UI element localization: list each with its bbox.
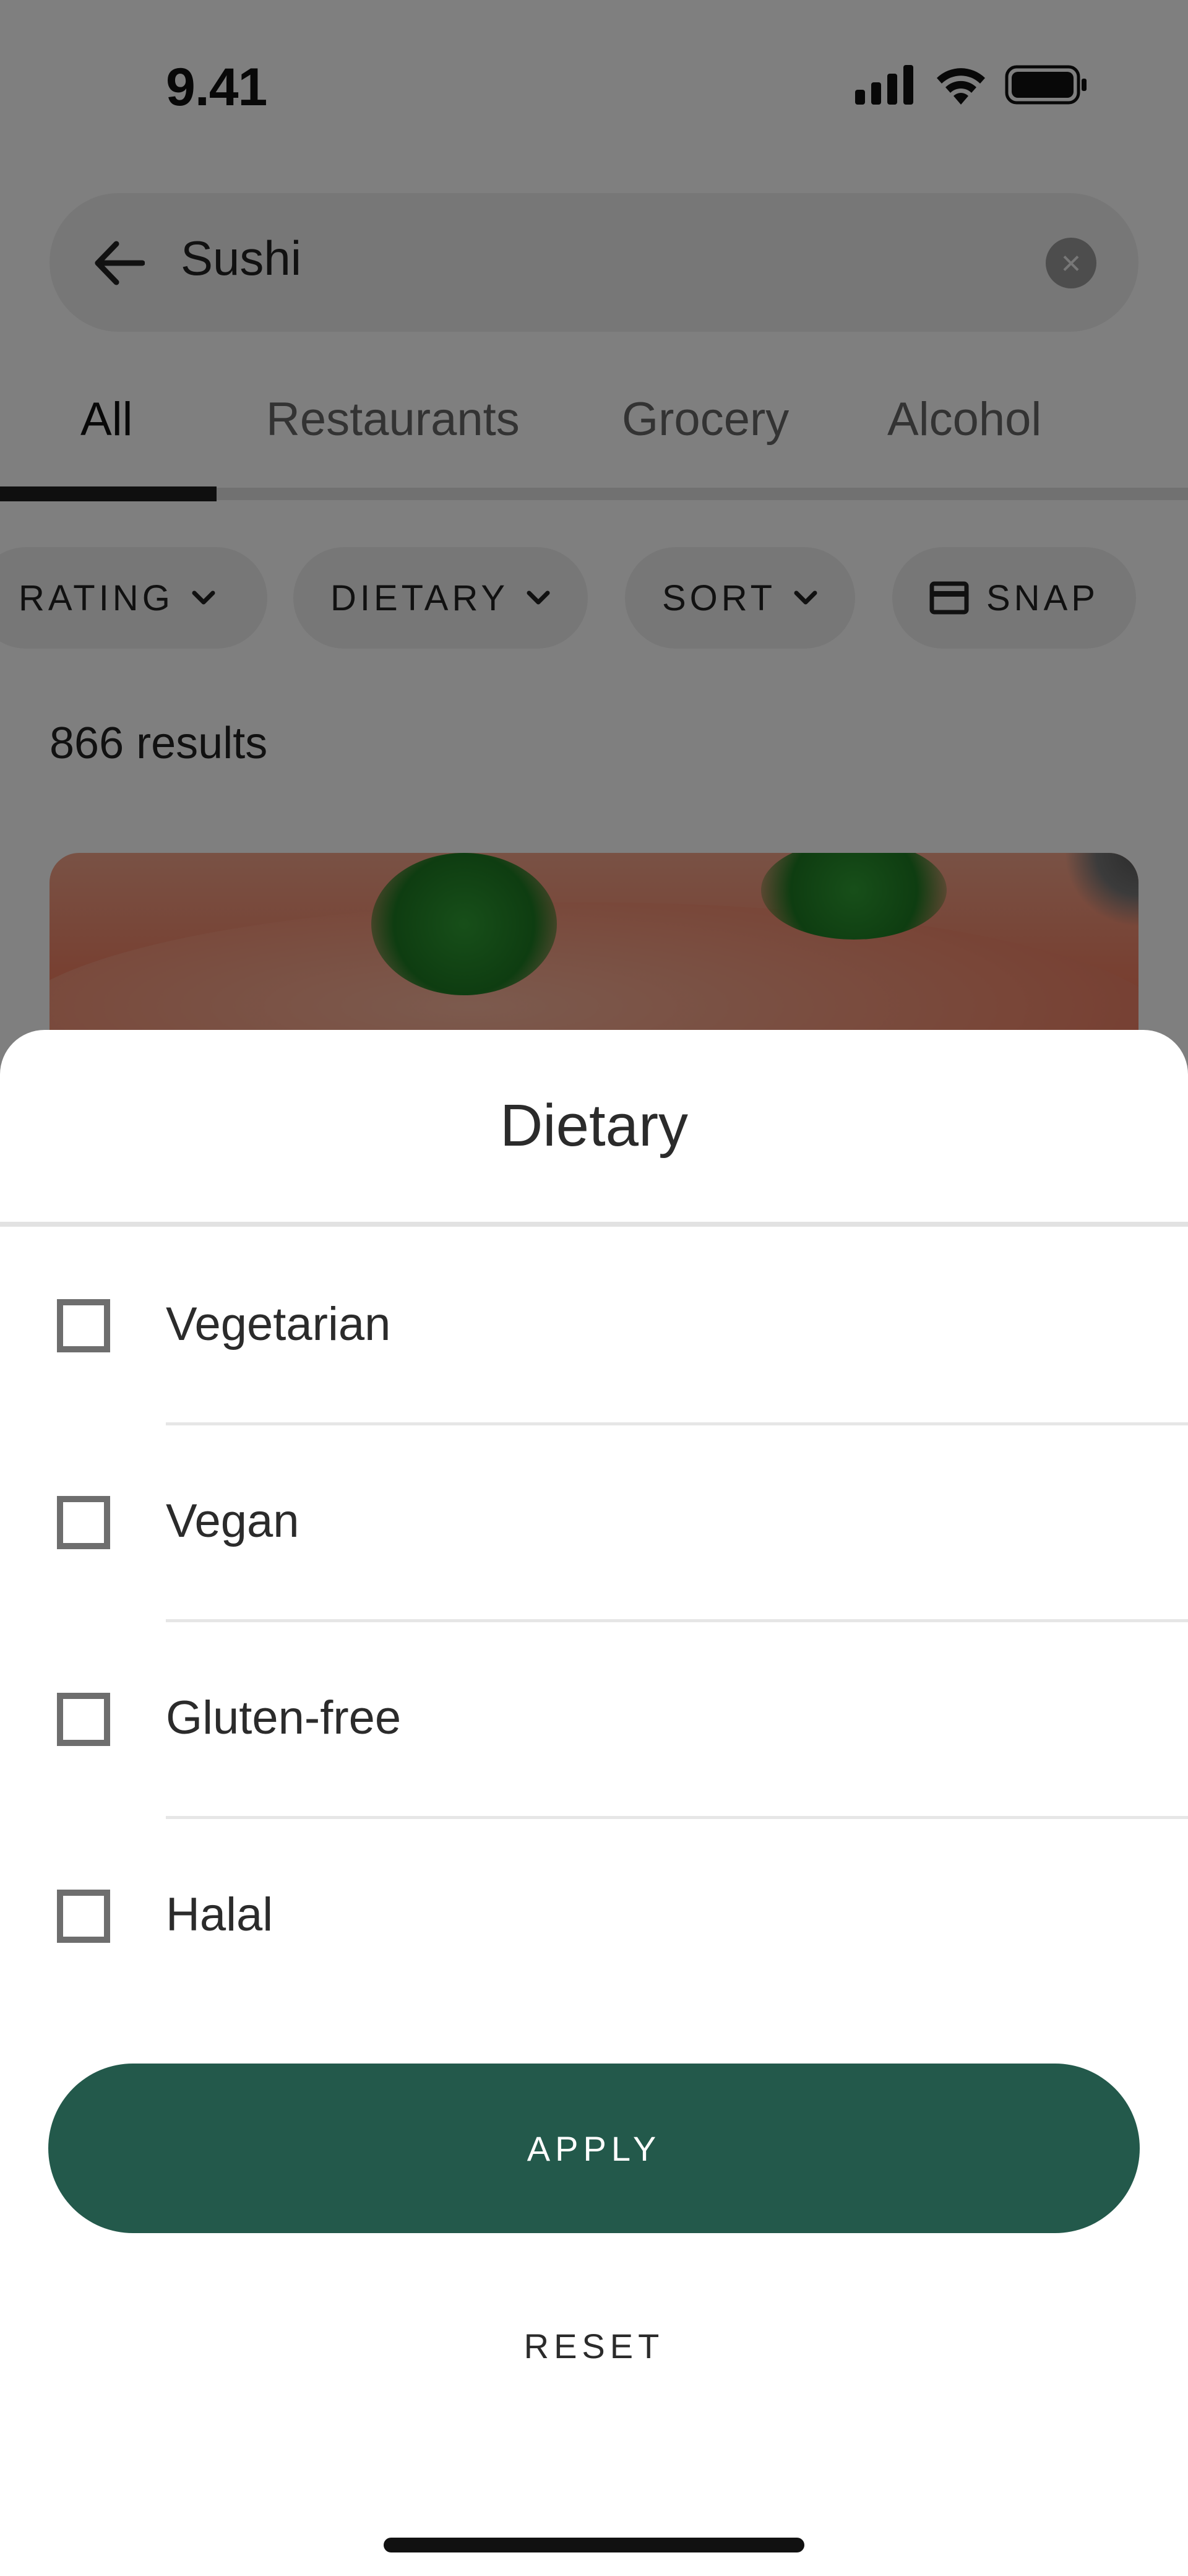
sheet-header: Dietary	[0, 1030, 1188, 1227]
option-label: Vegetarian	[166, 1298, 391, 1351]
option-label: Vegan	[166, 1495, 299, 1547]
option-label: Halal	[166, 1888, 273, 1941]
dietary-option-vegan[interactable]: Vegan	[0, 1425, 1188, 1622]
dietary-option-halal[interactable]: Halal	[0, 1818, 1188, 2015]
checkbox[interactable]	[57, 1299, 110, 1352]
checkbox[interactable]	[57, 1890, 110, 1943]
dietary-option-gluten-free[interactable]: Gluten-free	[0, 1622, 1188, 1819]
sheet-title: Dietary	[499, 1092, 689, 1159]
reset-button[interactable]: RESET	[408, 2315, 780, 2377]
dietary-option-vegetarian[interactable]: Vegetarian	[0, 1228, 1188, 1425]
home-indicator[interactable]	[384, 2538, 804, 2552]
apply-button[interactable]: APPLY	[48, 2064, 1140, 2233]
checkbox[interactable]	[57, 1693, 110, 1746]
checkbox[interactable]	[57, 1496, 110, 1549]
option-label: Gluten-free	[166, 1692, 402, 1744]
